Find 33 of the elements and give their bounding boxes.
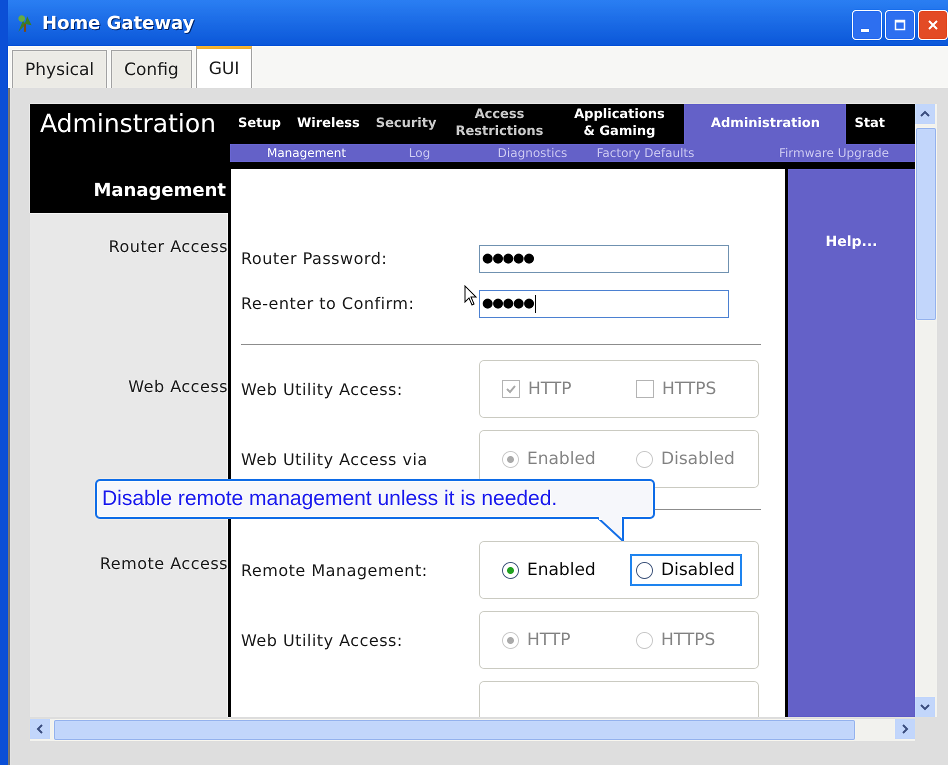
maximize-button[interactable] bbox=[885, 10, 915, 40]
section-label: Router Access bbox=[108, 237, 228, 256]
password-field[interactable]: ●●●●● bbox=[479, 244, 729, 272]
mouse-cursor-icon bbox=[464, 285, 478, 307]
tab[interactable]: GUI bbox=[196, 46, 252, 88]
tooltip-pointer bbox=[597, 517, 627, 541]
page-title: Adminstration bbox=[39, 108, 217, 140]
field-label: Web Utility Access via bbox=[241, 450, 429, 468]
horizontal-scrollbar[interactable] bbox=[30, 719, 915, 741]
window-title: Home Gateway bbox=[42, 12, 194, 34]
field-label: Router Password: bbox=[241, 249, 388, 268]
checkmark-icon bbox=[505, 383, 517, 395]
maximize-icon bbox=[894, 19, 906, 31]
subnav-link[interactable]: Management bbox=[250, 144, 363, 162]
tab[interactable]: Config bbox=[111, 50, 192, 88]
section-label: Remote Access bbox=[100, 554, 228, 573]
nav-tab[interactable]: Administration bbox=[684, 104, 846, 144]
vertical-scrollbar[interactable] bbox=[915, 104, 937, 717]
password-field[interactable]: ●●●●● bbox=[479, 290, 729, 318]
field-label: Re-enter to Confirm: bbox=[241, 294, 416, 313]
sidebar-heading: Management bbox=[30, 169, 231, 213]
field-label: Remote Management: bbox=[241, 560, 429, 580]
radio-option[interactable]: Enabled bbox=[496, 554, 608, 586]
close-icon bbox=[927, 19, 939, 31]
close-button[interactable] bbox=[918, 10, 948, 40]
tab[interactable]: Physical bbox=[12, 50, 108, 88]
field-label: Web Utility Access: bbox=[241, 380, 404, 398]
radio-option[interactable]: Disabled bbox=[630, 554, 742, 586]
help-link[interactable]: Help... bbox=[826, 234, 878, 250]
field-label: Web Utility Access: bbox=[241, 630, 404, 650]
section-label: Web Access bbox=[128, 377, 228, 396]
minimize-button[interactable] bbox=[852, 10, 882, 40]
minimize-icon bbox=[861, 28, 869, 32]
